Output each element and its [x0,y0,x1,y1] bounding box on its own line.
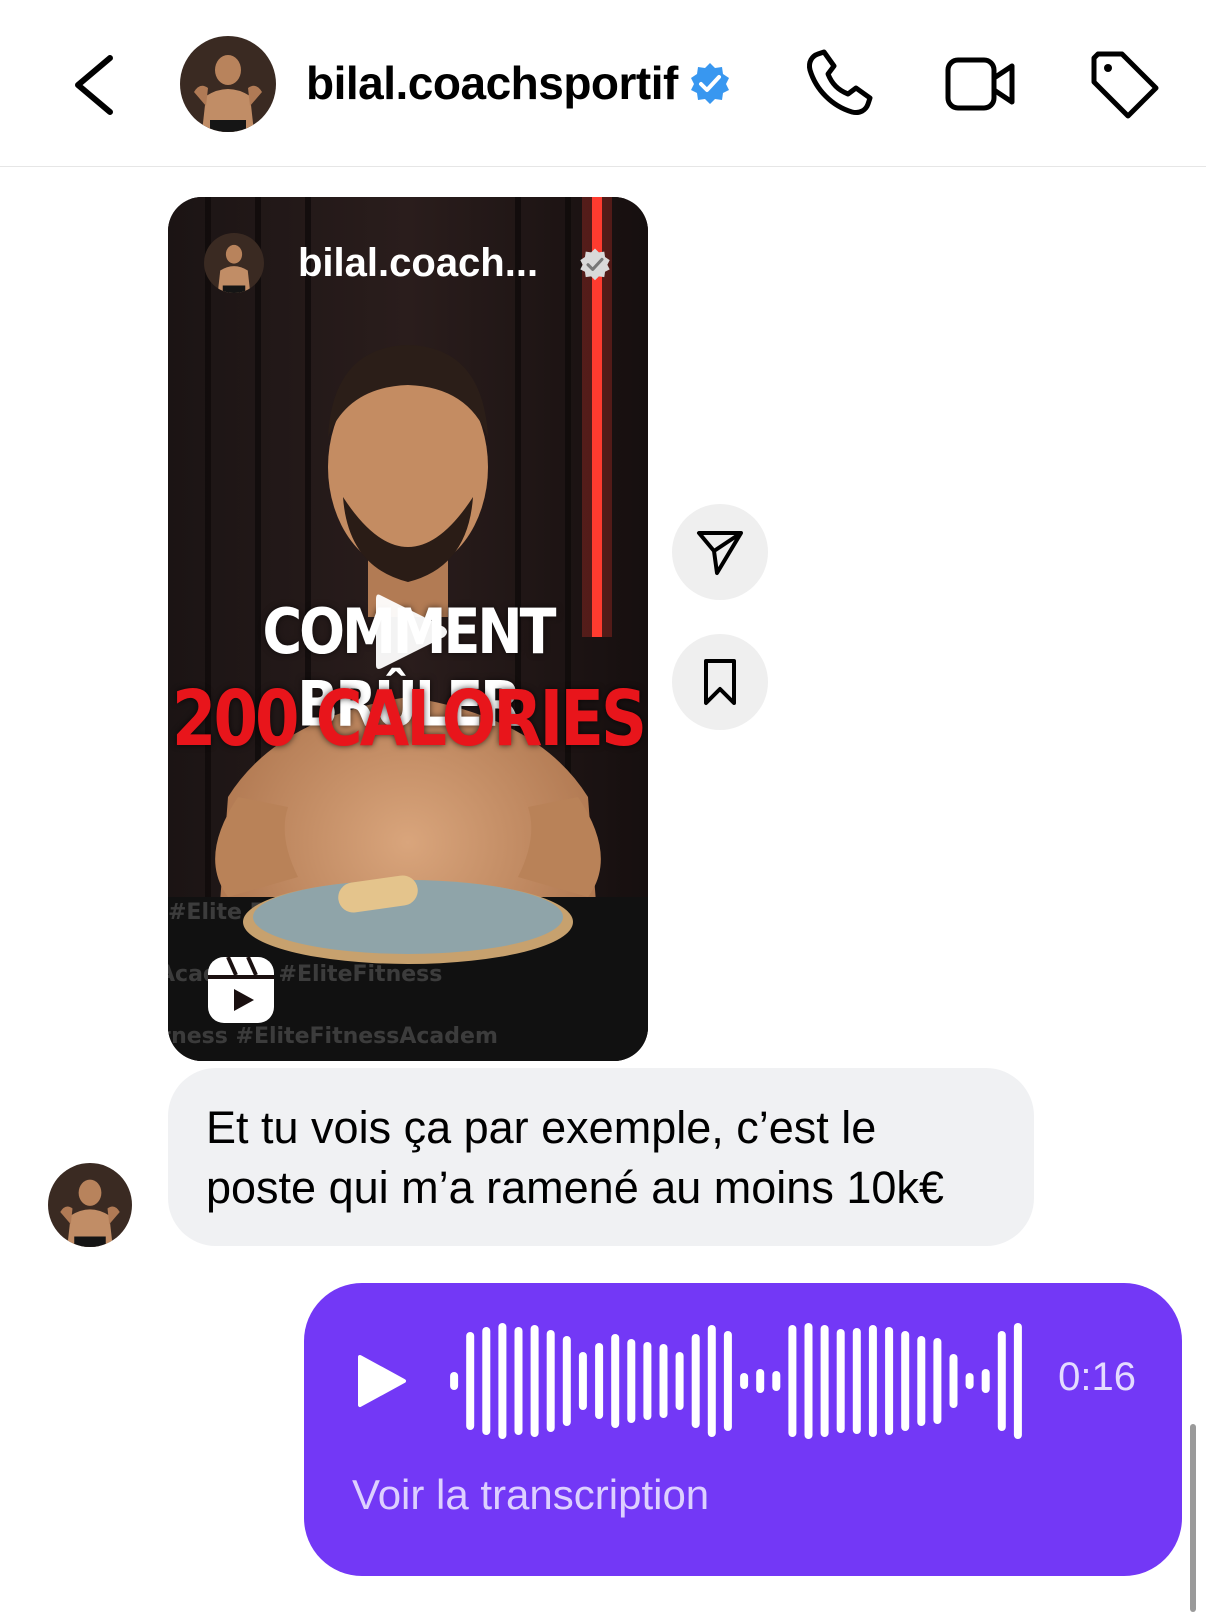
waveform-bar [595,1343,604,1419]
waveform-bar [901,1331,910,1431]
play-icon[interactable] [364,587,454,677]
voice-message-bubble[interactable]: 0:16 Voir la transcription [304,1283,1182,1576]
reel-caption-line2: 200 CALORIES [171,675,647,765]
audio-waveform[interactable] [446,1323,1026,1439]
waveform-bar [965,1373,974,1389]
waveform-bar [482,1327,491,1435]
waveform-bar [562,1336,571,1426]
waveform-bar [466,1332,475,1430]
reel-author[interactable]: bilal.coach... [204,233,538,293]
waveform-bar [643,1342,652,1420]
waveform-bar [611,1334,620,1428]
waveform-bar [514,1327,523,1435]
waveform-bar [530,1325,539,1437]
save-button[interactable] [672,634,768,730]
view-transcript-link[interactable]: Voir la transcription [352,1471,709,1519]
waveform-bar [836,1329,845,1433]
waveform-bar [740,1373,749,1389]
waveform-bar [885,1327,894,1435]
verified-badge-icon [580,248,610,281]
phone-icon[interactable] [800,46,876,122]
waveform-bar [933,1338,942,1424]
sender-avatar[interactable] [48,1163,132,1247]
waveform-bar [756,1369,765,1393]
waveform-bar [981,1369,990,1393]
waveform-bar [852,1328,861,1434]
scrollbar[interactable] [1190,1424,1196,1612]
chat-header: bilal.coachsportif [0,0,1206,167]
waveform-bar [723,1331,732,1431]
waveform-bar [820,1325,829,1437]
waveform-bar [917,1336,926,1426]
voice-duration: 0:16 [1058,1355,1136,1399]
waveform-bar [1013,1323,1022,1439]
play-icon[interactable] [354,1353,408,1409]
waveform-bar [627,1339,636,1423]
verified-badge-icon [690,63,729,104]
video-camera-icon[interactable] [942,46,1018,122]
waveform-bar [659,1344,668,1418]
waveform-bar [498,1323,507,1439]
waveform-bar [546,1330,555,1432]
profile-avatar[interactable] [180,36,276,132]
bookmark-icon [704,659,736,705]
waveform-bar [578,1352,587,1410]
svg-text:Fitness #EliteFitnessAcadem: Fitness #EliteFitnessAcadem [168,1024,498,1049]
waveform-bar [804,1323,813,1439]
share-button[interactable] [672,504,768,600]
tag-icon[interactable] [1086,46,1162,122]
reel-author-name: bilal.coach... [298,240,539,285]
waveform-bar [450,1372,459,1390]
waveform-bar [691,1334,700,1428]
waveform-bar [772,1371,781,1391]
send-icon [697,531,743,575]
shared-reel-card[interactable]: #Elite Fitne Academy #EliteFitness Fitne… [168,197,648,1061]
incoming-message-bubble[interactable]: Et tu vois ça par exemple, c’est le post… [168,1068,1034,1246]
reel-author-avatar [204,233,264,293]
waveform-bar [868,1325,877,1437]
conversation-title[interactable]: bilal.coachsportif [306,56,678,110]
waveform-bar [949,1354,958,1408]
waveform-bar [788,1325,797,1437]
back-chevron-icon[interactable] [66,50,126,120]
waveform-bar [675,1352,684,1410]
waveform-bar [707,1325,716,1437]
waveform-bar [997,1331,1006,1431]
reels-icon [208,956,274,1023]
